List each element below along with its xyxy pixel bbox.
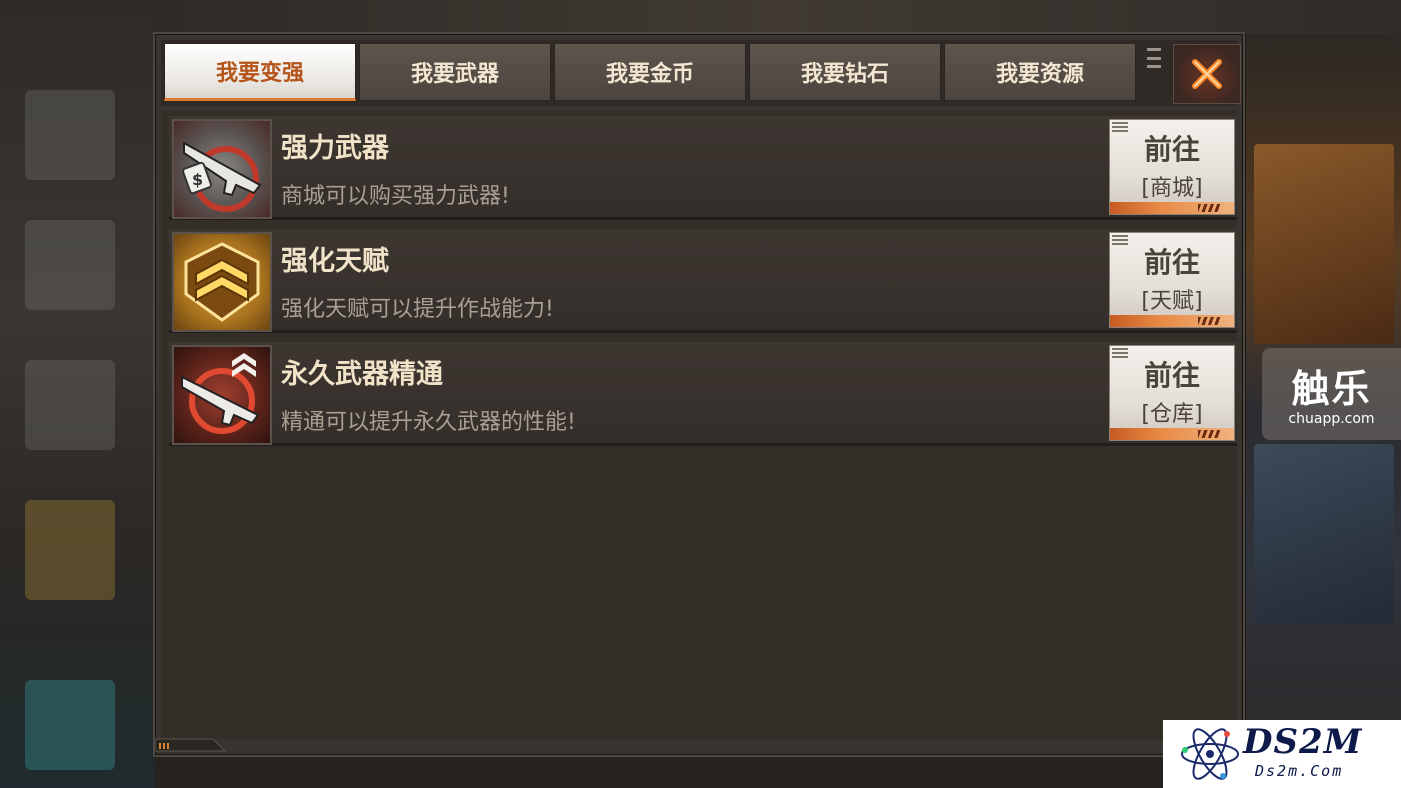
atom-logo-icon	[1181, 728, 1239, 780]
item-description: 强化天赋可以提升作战能力!	[281, 297, 554, 322]
tab-get-diamonds[interactable]: 我要钻石	[749, 43, 941, 101]
ds2m-logo-text: DS2M	[1243, 722, 1363, 762]
ds2m-watermark: DS2M Ds2m.Com	[1163, 720, 1401, 788]
go-to-warehouse-button[interactable]: 前往 [仓库]	[1109, 345, 1235, 441]
list-item: $ 强力武器 商城可以购买强力武器! 前往 [商城]	[169, 116, 1237, 220]
background-blob	[25, 680, 115, 770]
close-x-icon	[1192, 59, 1222, 89]
list-item: 强化天赋 强化天赋可以提升作战能力! 前往 [天赋]	[169, 229, 1237, 333]
background-blob	[25, 90, 115, 180]
go-label: 前往	[1143, 359, 1200, 392]
go-destination: [天赋]	[1141, 289, 1203, 314]
tab-get-resources[interactable]: 我要资源	[944, 43, 1136, 101]
background-top	[155, 0, 1401, 34]
go-to-shop-button[interactable]: 前往 [商城]	[1109, 119, 1235, 215]
go-destination: [仓库]	[1141, 402, 1203, 427]
item-description: 商城可以购买强力武器!	[281, 184, 510, 209]
item-title: 强力武器	[281, 133, 389, 164]
go-to-talent-button[interactable]: 前往 [天赋]	[1109, 232, 1235, 328]
background-blob	[25, 500, 115, 600]
go-label: 前往	[1143, 246, 1200, 279]
chuapp-url: chuapp.com	[1288, 411, 1375, 427]
background-poster	[1254, 144, 1394, 344]
list-item: 永久武器精通 精通可以提升永久武器的性能! 前往 [仓库]	[169, 342, 1237, 446]
tab-overflow-icon	[1147, 48, 1161, 68]
background-poster	[1254, 444, 1394, 624]
tab-get-stronger[interactable]: 我要变强	[164, 43, 356, 101]
close-button[interactable]	[1173, 44, 1241, 104]
background-left	[0, 0, 155, 788]
item-description: 精通可以提升永久武器的性能!	[281, 410, 576, 435]
footer-notch-icon	[155, 738, 227, 752]
item-list: $ 强力武器 商城可以购买强力武器! 前往 [商城] 强化天赋 强化天赋可以提升…	[161, 110, 1237, 740]
go-label: 前往	[1143, 133, 1200, 166]
svg-text:$: $	[192, 170, 203, 189]
tab-bar: 我要变强 我要武器 我要金币 我要钻石 我要资源	[161, 40, 1241, 106]
item-title: 强化天赋	[281, 246, 389, 277]
tab-get-weapons[interactable]: 我要武器	[359, 43, 551, 101]
chuapp-logo-text: 触乐	[1291, 367, 1372, 411]
item-title: 永久武器精通	[281, 359, 443, 390]
tab-get-gold[interactable]: 我要金币	[554, 43, 746, 101]
ds2m-url: Ds2m.Com	[1255, 762, 1344, 780]
help-dialog: 我要变强 我要武器 我要金币 我要钻石 我要资源 $ 强力武器 商城可以购买强力…	[153, 32, 1245, 757]
background-blob	[25, 360, 115, 450]
rifle-price-tag-icon: $	[172, 119, 272, 219]
gold-rank-chevron-icon	[172, 232, 272, 332]
go-destination: [商城]	[1141, 176, 1203, 201]
chuapp-watermark: 触乐 chuapp.com	[1262, 348, 1401, 440]
background-blob	[25, 220, 115, 310]
rifle-upgrade-arrow-icon	[172, 345, 272, 445]
